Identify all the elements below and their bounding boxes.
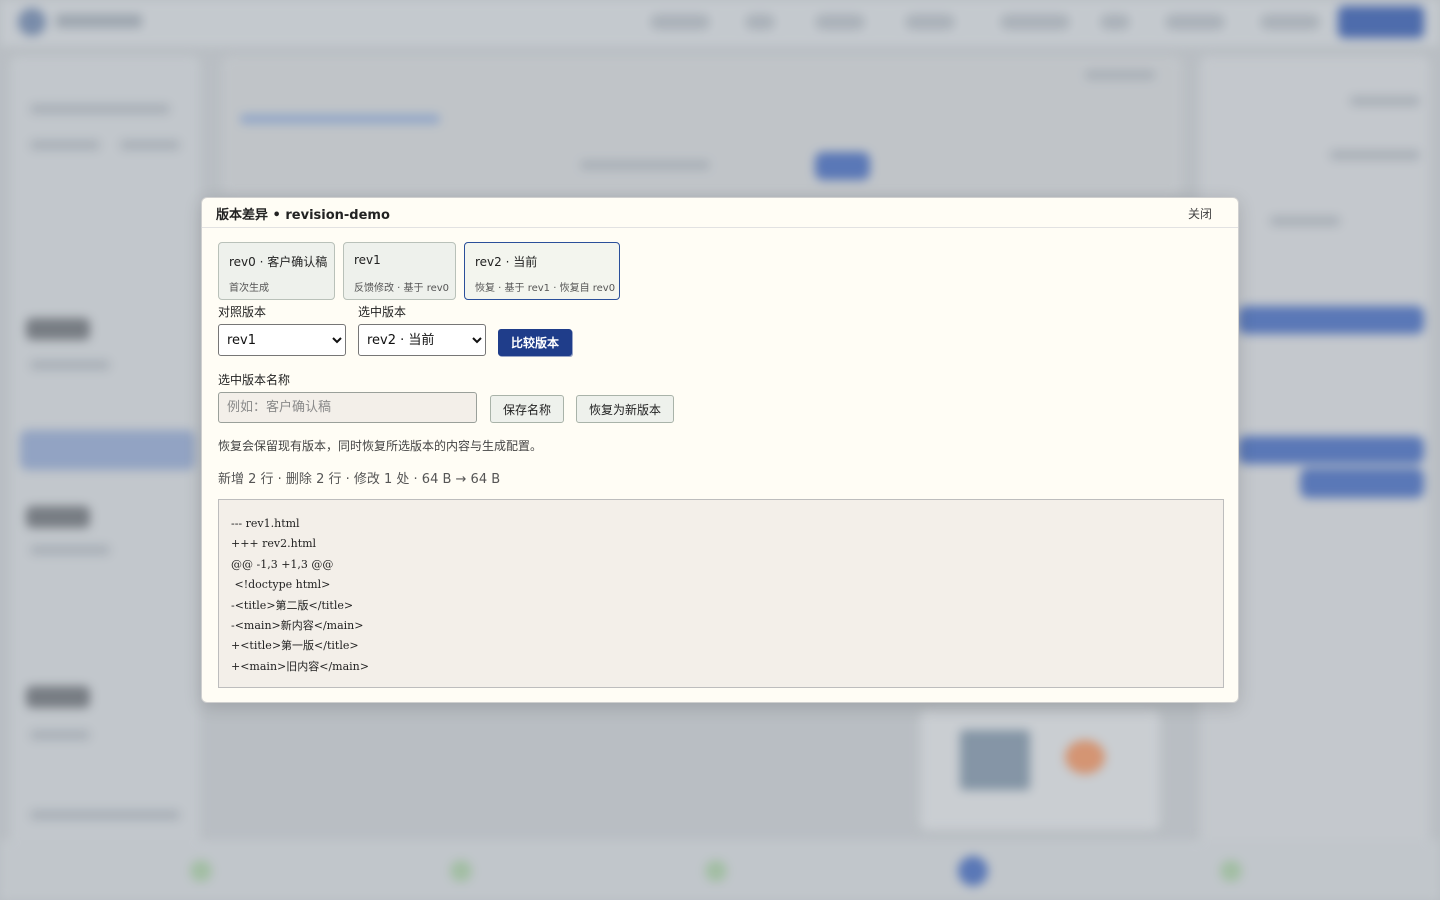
background-nav-item (1260, 14, 1320, 30)
background-dot (450, 860, 472, 882)
background-line (1085, 70, 1155, 80)
revision-name-input[interactable] (218, 392, 477, 423)
background-line (120, 140, 180, 150)
diff-stats: 新增 2 行 · 删除 2 行 · 修改 1 处 · 64 B → 64 B (218, 472, 501, 487)
background-block (815, 152, 870, 180)
background-line (30, 810, 180, 820)
background-block (1300, 468, 1424, 498)
background-card (920, 710, 1160, 830)
background-line (580, 160, 710, 170)
background-line (30, 545, 110, 555)
diff-line: +++ rev2.html (231, 537, 317, 551)
diff-line: -<main>新内容</main> (231, 618, 364, 632)
background-logo (18, 8, 46, 36)
revision-name: rev1 (354, 253, 381, 267)
restore-hint: 恢复会保留现有版本，同时恢复所选版本的内容与生成配置。 (218, 439, 543, 453)
background-line (30, 730, 90, 740)
background-logo-text (56, 14, 142, 28)
revision-description: 恢复 · 基于 rev1 · 恢复自 rev0 (475, 283, 616, 294)
background-nav-item (1100, 14, 1130, 30)
diff-line: -<title>第二版</title> (231, 598, 354, 612)
background-line (1330, 150, 1420, 160)
revision-description: 首次生成 (229, 283, 269, 294)
background-dot (1220, 860, 1242, 882)
background-line (1350, 96, 1420, 106)
diff-line: <!doctype html> (231, 578, 331, 592)
background-dot (705, 860, 727, 882)
revision-card-rev0[interactable]: rev0 · 客户确认稿 首次生成 (218, 242, 335, 300)
background-block (26, 686, 90, 708)
background-line (30, 360, 110, 370)
background-dot (958, 856, 988, 886)
background-dot (190, 860, 212, 882)
revision-description: 反馈修改 · 基于 rev0 (354, 283, 450, 294)
background-block (20, 430, 195, 470)
restore-as-new-button[interactable]: 恢复为新版本 (576, 395, 674, 423)
close-button[interactable]: 关闭 (1188, 205, 1212, 222)
background-line (1270, 216, 1340, 226)
background-nav-item (905, 14, 955, 30)
base-version-select[interactable]: rev1 (218, 324, 346, 356)
background-block (1238, 436, 1424, 464)
background-main (222, 56, 1182, 196)
rename-label: 选中版本名称 (218, 373, 291, 387)
target-version-select[interactable]: rev2 · 当前 (358, 324, 486, 356)
revision-name: rev0 · 客户确认稿 (229, 255, 328, 269)
background-nav-item (650, 14, 710, 30)
revision-card-rev2[interactable]: rev2 · 当前 恢复 · 基于 rev1 · 恢复自 rev0 (464, 242, 620, 300)
base-version-label: 对照版本 (218, 305, 267, 319)
diff-line: @@ -1,3 +1,3 @@ (231, 557, 334, 571)
revision-diff-dialog: 版本差异 • revision-demo 关闭 rev0 · 客户确认稿 首次生… (201, 197, 1239, 703)
background-thumbnail (960, 730, 1030, 790)
background-nav-item (1165, 14, 1225, 30)
background-nav-item (745, 14, 775, 30)
dialog-title: 版本差异 • revision-demo (216, 208, 390, 223)
diff-line: +<title>第一版</title> (231, 639, 359, 653)
background-nav-item (815, 14, 865, 30)
background-block (26, 318, 90, 340)
diff-output: --- rev1.html +++ rev2.html @@ -1,3 +1,3… (218, 499, 1224, 688)
dialog-header: 版本差异 • revision-demo 关闭 (202, 198, 1238, 228)
background-line (30, 140, 100, 150)
background-nav-item (1000, 14, 1070, 30)
background-block (1238, 306, 1424, 334)
background-primary-button (1338, 6, 1424, 38)
diff-line: --- rev1.html (231, 517, 300, 530)
background-line (240, 114, 440, 124)
save-name-button[interactable]: 保存名称 (490, 395, 564, 423)
revision-card-rev1[interactable]: rev1 反馈修改 · 基于 rev0 (343, 242, 456, 300)
target-version-label: 选中版本 (358, 305, 407, 319)
background-orange-dot (1065, 740, 1105, 774)
revision-name: rev2 · 当前 (475, 255, 538, 269)
background-line (30, 104, 170, 114)
background-block (26, 506, 90, 528)
compare-button[interactable]: 比较版本 (498, 329, 572, 356)
diff-line: +<main>旧内容</main> (231, 659, 369, 673)
